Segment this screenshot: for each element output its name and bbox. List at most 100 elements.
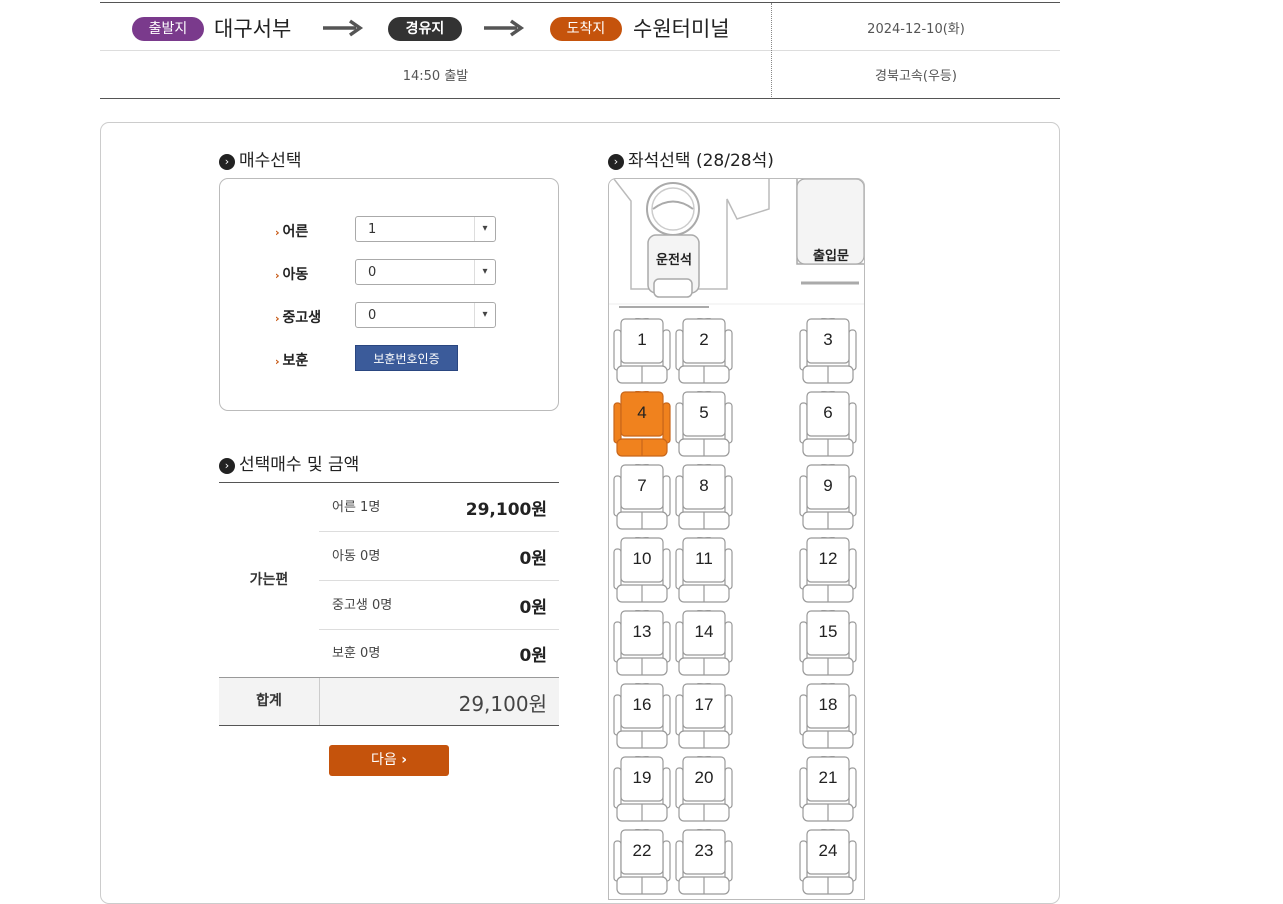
seat-icon: [613, 756, 671, 822]
qty-label-child: › 아동: [275, 264, 308, 284]
seat-number: 24: [818, 841, 838, 860]
long-right-arrow-icon: [484, 19, 525, 37]
seat-23[interactable]: 23: [675, 829, 733, 895]
arrival-terminal: 수원터미널: [633, 17, 730, 41]
seat-title-text: 좌석선택 (28/28석): [628, 151, 774, 171]
seat-8[interactable]: 8: [675, 464, 733, 530]
price-total-row: 합계 29,100원: [219, 677, 559, 726]
seat-icon: [613, 610, 671, 676]
seat-number: 3: [823, 330, 833, 349]
seat-14[interactable]: 14: [675, 610, 733, 676]
price-row-value: 0원: [519, 646, 547, 666]
departure-date: 2024-12-10(화): [867, 22, 965, 37]
seat-icon: [613, 683, 671, 749]
seat-icon: [675, 464, 733, 530]
adult-count-select[interactable]: 1 ▾: [355, 216, 496, 242]
seat-icon: [613, 537, 671, 603]
seat-icon: [675, 829, 733, 895]
seat-icon: [675, 610, 733, 676]
seat-24[interactable]: 24: [799, 829, 857, 895]
seat-number: 15: [818, 622, 838, 641]
seat-number: 5: [699, 403, 709, 422]
circle-chevron-right-icon: ›: [608, 154, 624, 170]
circle-chevron-right-icon: ›: [219, 458, 235, 474]
price-row: 아동 0명 0원: [319, 532, 559, 581]
seat-number: 21: [818, 768, 838, 787]
qty-row-adult: › 어른 1 ▾: [275, 216, 505, 244]
price-row-value: 0원: [519, 598, 547, 618]
seat-15[interactable]: 15: [799, 610, 857, 676]
seat-number: 19: [632, 768, 652, 787]
arrival-badge: 도착지: [550, 17, 622, 41]
seat-icon: [799, 318, 857, 384]
seat-icon: [675, 756, 733, 822]
price-row: 보훈 0명 0원: [319, 629, 559, 677]
qty-label-student: › 중고생: [275, 307, 321, 327]
seat-13[interactable]: 13: [613, 610, 671, 676]
seat-7[interactable]: 7: [613, 464, 671, 530]
seat-10[interactable]: 10: [613, 537, 671, 603]
veteran-verify-button[interactable]: 보훈번호인증: [355, 345, 458, 371]
trip-group-label: 가는편: [249, 572, 289, 588]
seat-number: 23: [694, 841, 714, 860]
child-count-select[interactable]: 0 ▾: [355, 259, 496, 285]
seat-number: 13: [632, 622, 652, 641]
chevron-right-icon: ›: [275, 355, 280, 368]
price-table: 가는편 어른 1명 29,100원 아동 0명 0원 중고생 0명 0원 보훈 …: [219, 482, 559, 726]
departure-terminal: 대구서부: [214, 17, 292, 41]
seat-21[interactable]: 21: [799, 756, 857, 822]
chevron-down-icon: ▾: [474, 303, 495, 327]
next-button[interactable]: 다음 ›: [329, 745, 449, 776]
price-row-label: 중고생 0명: [332, 598, 393, 613]
column-divider: [771, 3, 772, 97]
qty-label-veteran: › 보훈: [275, 350, 308, 370]
child-count-value: 0: [368, 265, 377, 280]
seat-18[interactable]: 18: [799, 683, 857, 749]
seat-6[interactable]: 6: [799, 391, 857, 457]
chevron-right-icon: ›: [401, 752, 407, 768]
seat-11[interactable]: 11: [675, 537, 733, 603]
price-row-label: 어른 1명: [332, 500, 381, 515]
long-right-arrow-icon: [323, 19, 364, 37]
seat-5[interactable]: 5: [675, 391, 733, 457]
seat-number: 16: [632, 695, 652, 714]
price-row: 중고생 0명 0원: [319, 581, 559, 630]
chevron-right-icon: ›: [275, 269, 280, 282]
adult-count-value: 1: [368, 222, 377, 237]
seat-9[interactable]: 9: [799, 464, 857, 530]
seat-17[interactable]: 17: [675, 683, 733, 749]
chevron-down-icon: ▾: [474, 217, 495, 241]
seat-19[interactable]: 19: [613, 756, 671, 822]
quantity-section-title: › 매수선택: [219, 146, 302, 171]
seat-2[interactable]: 2: [675, 318, 733, 384]
route-row: 출발지 대구서부 경유지 도착지 수원터미널 2024-12-10(화): [100, 3, 1060, 51]
qty-row-veteran: › 보훈 보훈번호인증: [275, 345, 505, 373]
seat-1[interactable]: 1: [613, 318, 671, 384]
chevron-down-icon: ▾: [474, 260, 495, 284]
qty-label-veteran-text: 보훈: [282, 353, 309, 369]
seat-icon: [675, 391, 733, 457]
quantity-box: › 어른 1 ▾ › 아동 0 ▾ › 중고생 0 ▾ › 보훈 보훈번호인증: [219, 178, 559, 411]
price-title-text: 선택매수 및 금액: [239, 455, 360, 475]
seat-icon: [799, 829, 857, 895]
seat-number: 18: [818, 695, 838, 714]
seat-22[interactable]: 22: [613, 829, 671, 895]
chevron-right-icon: ›: [275, 226, 280, 239]
seat-16[interactable]: 16: [613, 683, 671, 749]
seat-icon: [799, 610, 857, 676]
next-button-label: 다음: [371, 752, 397, 768]
schedule-row: 14:50 출발 경북고속(우등): [100, 51, 1060, 97]
seat-12[interactable]: 12: [799, 537, 857, 603]
qty-row-student: › 중고생 0 ▾: [275, 302, 505, 330]
seat-20[interactable]: 20: [675, 756, 733, 822]
student-count-select[interactable]: 0 ▾: [355, 302, 496, 328]
seat-4[interactable]: 4: [613, 391, 671, 457]
seat-icon: [613, 464, 671, 530]
seat-3[interactable]: 3: [799, 318, 857, 384]
seat-map: 운전석 출입문 1 2 3 4 5 6 7 8 9 10 11 12 13 14 15 16 17 18 19 20 2…: [608, 178, 865, 900]
seat-icon: [799, 464, 857, 530]
seat-icon: [613, 829, 671, 895]
departure-time: 14:50 출발: [402, 69, 469, 84]
seat-number: 12: [818, 549, 838, 568]
quantity-title-text: 매수선택: [239, 151, 302, 171]
